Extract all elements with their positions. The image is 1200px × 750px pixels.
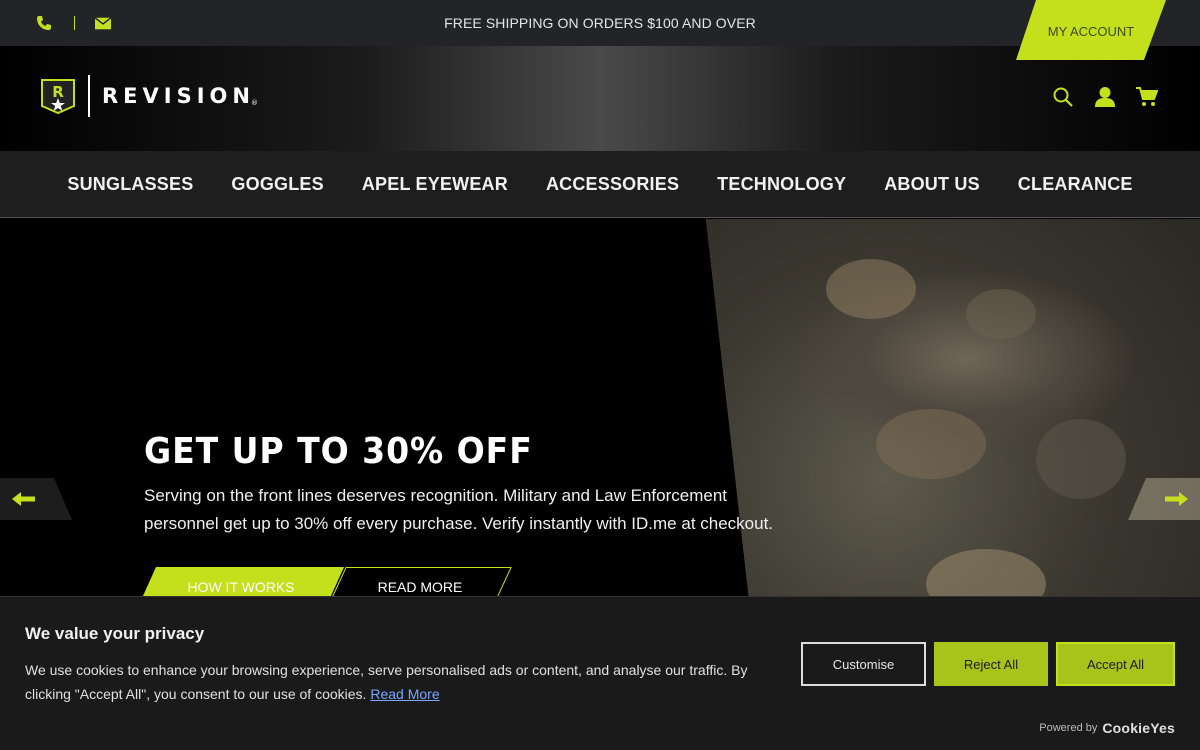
nav-item-goggles[interactable]: GOGGLES bbox=[231, 174, 323, 195]
brand-logo[interactable]: R REVISION ® bbox=[40, 75, 258, 117]
cookieyes-logo[interactable]: CookieYes bbox=[1102, 720, 1175, 736]
slider-prev-button[interactable] bbox=[0, 478, 72, 520]
cookie-description: We use cookies to enhance your browsing … bbox=[25, 658, 790, 706]
hero-description: Serving on the front lines deserves reco… bbox=[144, 486, 774, 533]
hero-title: GET UP TO 30% OFF bbox=[144, 431, 533, 472]
cookie-title: We value your privacy bbox=[25, 624, 205, 643]
nav-item-apel-eyewear[interactable]: APEL EYEWEAR bbox=[362, 174, 508, 195]
arrow-left-icon bbox=[12, 492, 35, 506]
read-more-label: READ MORE bbox=[377, 579, 463, 595]
cookie-reject-all-button[interactable]: Reject All bbox=[934, 642, 1048, 686]
nav-item-clearance[interactable]: CLEARANCE bbox=[1018, 174, 1133, 195]
cookie-customise-button[interactable]: Customise bbox=[801, 642, 926, 686]
search-icon[interactable] bbox=[1052, 86, 1074, 108]
hero-content: GET UP TO 30% OFF Serving on the front l… bbox=[144, 431, 804, 538]
logo-divider bbox=[88, 75, 90, 117]
nav-item-about-us[interactable]: ABOUT US bbox=[884, 174, 980, 195]
cookie-read-more-link[interactable]: Read More bbox=[370, 686, 439, 702]
logo-badge-icon: R bbox=[41, 79, 75, 114]
powered-by-label: Powered by bbox=[1039, 722, 1098, 734]
nav-item-accessories[interactable]: ACCESSORIES bbox=[546, 174, 679, 195]
cookie-accept-all-button[interactable]: Accept All bbox=[1056, 642, 1175, 686]
cookie-consent-banner: We value your privacy We use cookies to … bbox=[0, 596, 1200, 750]
arrow-right-icon bbox=[1165, 492, 1188, 506]
site-header: R REVISION ® bbox=[0, 46, 1200, 151]
my-account-button[interactable]: MY ACCOUNT bbox=[1016, 0, 1166, 60]
nav-item-sunglasses[interactable]: SUNGLASSES bbox=[67, 174, 193, 195]
user-icon[interactable] bbox=[1094, 86, 1116, 108]
cart-icon[interactable] bbox=[1136, 86, 1158, 108]
header-actions bbox=[1052, 86, 1158, 108]
registered-mark: ® bbox=[250, 99, 258, 107]
nav-item-technology[interactable]: TECHNOLOGY bbox=[717, 174, 846, 195]
shipping-promo: FREE SHIPPING ON ORDERS $100 AND OVER bbox=[444, 15, 756, 31]
top-utility-bar: FREE SHIPPING ON ORDERS $100 AND OVER bbox=[0, 0, 1200, 46]
brand-wordmark: REVISION bbox=[102, 84, 255, 108]
main-navigation: SUNGLASSES GOGGLES APEL EYEWEAR ACCESSOR… bbox=[0, 151, 1200, 218]
svg-text:R: R bbox=[52, 83, 64, 101]
powered-by: Powered by CookieYes bbox=[1039, 720, 1175, 736]
